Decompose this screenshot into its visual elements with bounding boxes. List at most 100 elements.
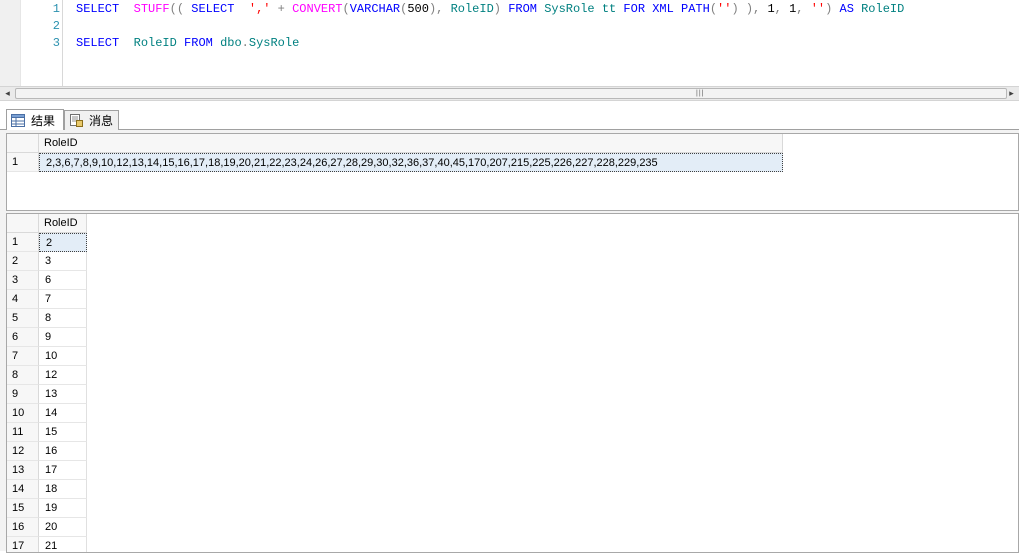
grid-cell[interactable]: 2,3,6,7,8,9,10,12,13,14,15,16,17,18,19,2…	[39, 153, 783, 172]
grid-cell[interactable]: 10	[39, 347, 87, 366]
grid-cell[interactable]: 8	[39, 309, 87, 328]
code-token: 500	[407, 2, 429, 16]
code-token: RoleID	[861, 2, 905, 16]
row-header[interactable]: 11	[7, 423, 39, 442]
grid-cell[interactable]: 20	[39, 518, 87, 537]
code-token: ,	[774, 2, 790, 16]
editor-margin	[0, 0, 21, 86]
code-token: )	[731, 2, 739, 16]
row-header[interactable]: 2	[7, 252, 39, 271]
tab-results[interactable]: 结果	[6, 109, 64, 130]
code-line[interactable]: SELECT STUFF(( SELECT ',' + CONVERT(VARC…	[76, 2, 904, 16]
code-token: ((	[169, 2, 185, 16]
code-token: FOR XML PATH	[623, 2, 710, 16]
row-header[interactable]: 1	[7, 153, 39, 172]
results-tab-bar: 结果 消息	[0, 108, 1019, 130]
code-token: dbo	[220, 36, 242, 50]
grid-cell[interactable]: 12	[39, 366, 87, 385]
line-numbers: 1 2 3	[20, 0, 60, 86]
code-token: SELECT	[76, 36, 120, 50]
code-token: STUFF	[133, 2, 170, 16]
row-header[interactable]: 9	[7, 385, 39, 404]
row-header[interactable]: 6	[7, 328, 39, 347]
code-token: ,	[796, 2, 811, 16]
line-number: 1	[52, 2, 60, 16]
code-token: SELECT	[76, 2, 120, 16]
code-token: FROM	[184, 36, 213, 50]
grid-icon	[11, 113, 25, 127]
column-header-roleid[interactable]: RoleID	[39, 134, 783, 153]
sql-editor[interactable]: 123 SELECT STUFF(( SELECT ',' + CONVERT(…	[0, 0, 1019, 86]
code-token: SysRole	[248, 36, 300, 50]
tab-messages-label: 消息	[89, 114, 114, 128]
code-line[interactable]: SELECT RoleID FROM dbo.SysRole	[76, 36, 299, 50]
row-header[interactable]: 14	[7, 480, 39, 499]
code-token: SELECT	[191, 2, 235, 16]
result-grid-2[interactable]: RoleID 1 2 2 3 3 6 4 7 5 8 6 9 7 10 8 12 9 13 10 14 11 15 12 16…	[6, 213, 1019, 553]
message-icon	[69, 114, 83, 127]
code-token: RoleID	[133, 36, 177, 50]
grid-cell[interactable]: 17	[39, 461, 87, 480]
tab-results-label: 结果	[31, 113, 56, 128]
row-header[interactable]: 13	[7, 461, 39, 480]
grid-cell[interactable]: 15	[39, 423, 87, 442]
row-header[interactable]: 1	[7, 233, 39, 252]
code-token: 1	[767, 2, 775, 16]
scroll-left-arrow-icon[interactable]: ◂	[0, 87, 15, 100]
code-token: FROM	[508, 2, 537, 16]
grid-cell[interactable]: 2	[39, 233, 87, 252]
row-header[interactable]: 5	[7, 309, 39, 328]
code-token: (	[342, 2, 350, 16]
grid-cell[interactable]: 16	[39, 442, 87, 461]
change-tracking-bar	[62, 0, 63, 86]
code-token: RoleID	[450, 2, 494, 16]
code-token: ),	[428, 2, 444, 16]
grid-cell[interactable]: 6	[39, 271, 87, 290]
code-token: )	[493, 2, 501, 16]
results-area: RoleID 1 2,3,6,7,8,9,10,12,13,14,15,16,17…	[0, 130, 1019, 553]
row-header[interactable]: 8	[7, 366, 39, 385]
code-token: ','	[248, 2, 271, 16]
grid-cell[interactable]: 18	[39, 480, 87, 499]
grid-cell[interactable]: 7	[39, 290, 87, 309]
code-token: VARCHAR	[349, 2, 401, 16]
code-token: ''	[717, 2, 732, 16]
row-header[interactable]: 10	[7, 404, 39, 423]
column-header-roleid[interactable]: RoleID	[39, 214, 87, 233]
code-token: CONVERT	[292, 2, 343, 16]
line-number: 2	[52, 19, 60, 33]
row-header[interactable]: 15	[7, 499, 39, 518]
code-token: AS	[839, 2, 854, 16]
code-token: SysRole tt	[544, 2, 617, 16]
grid-cell[interactable]: 3	[39, 252, 87, 271]
grid-cell[interactable]: 9	[39, 328, 87, 347]
grid-cell[interactable]: 19	[39, 499, 87, 518]
row-header[interactable]: 4	[7, 290, 39, 309]
grid-cell[interactable]: 14	[39, 404, 87, 423]
row-header[interactable]: 16	[7, 518, 39, 537]
code-token: .	[241, 36, 249, 50]
tab-messages[interactable]: 消息	[64, 110, 119, 130]
row-header[interactable]: 12	[7, 442, 39, 461]
scrollbar-thumb[interactable]: |||	[15, 88, 1007, 99]
code-token: (	[709, 2, 718, 16]
row-header[interactable]: 3	[7, 271, 39, 290]
grid-corner[interactable]	[7, 214, 39, 233]
grid-cell[interactable]: 13	[39, 385, 87, 404]
code-token: +	[270, 2, 293, 16]
editor-horizontal-scrollbar[interactable]: ◂ ||| ▸	[0, 86, 1019, 101]
code-token: ),	[738, 2, 768, 16]
line-number: 3	[52, 36, 60, 50]
grid-corner[interactable]	[7, 134, 39, 153]
result-grid-1[interactable]: RoleID 1 2,3,6,7,8,9,10,12,13,14,15,16,17…	[6, 133, 1019, 211]
row-header[interactable]: 7	[7, 347, 39, 366]
scrollbar-grip-icon: |||	[696, 90, 705, 97]
scroll-right-arrow-icon[interactable]: ▸	[1004, 87, 1019, 100]
